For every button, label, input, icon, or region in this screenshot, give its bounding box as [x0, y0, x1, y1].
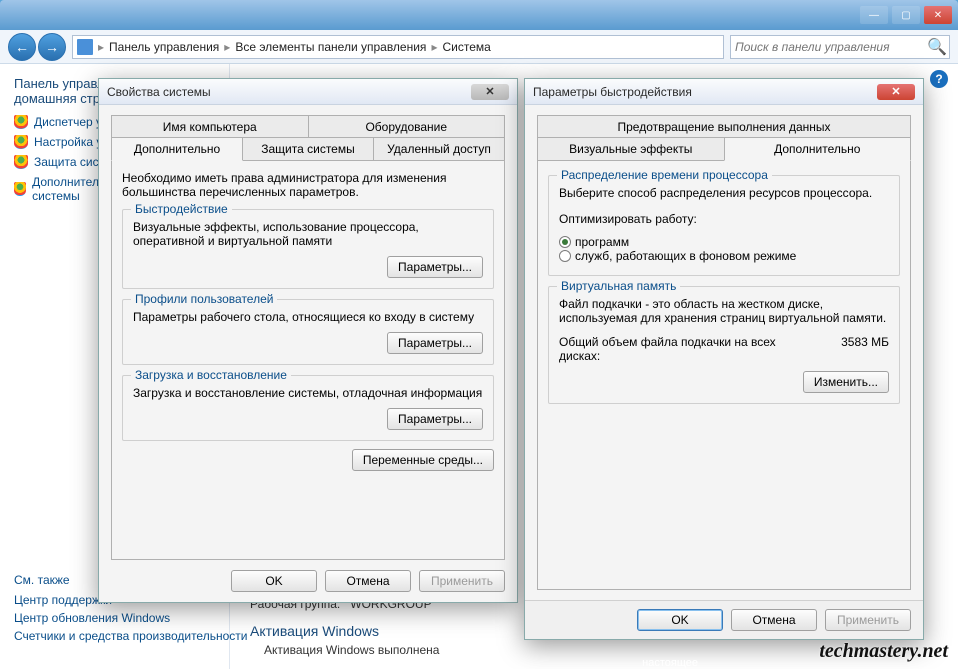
group-title: Виртуальная память — [557, 279, 680, 293]
dialog-titlebar: Свойства системы ✕ — [99, 79, 517, 105]
scheduling-group: Распределение времени процессора Выберит… — [548, 175, 900, 276]
apply-button[interactable]: Применить — [419, 570, 505, 592]
group-title: Профили пользователей — [131, 292, 277, 306]
dialog-close-button[interactable]: ✕ — [877, 84, 915, 100]
virtual-memory-group: Виртуальная память Файл подкачки - это о… — [548, 286, 900, 404]
group-title: Загрузка и восстановление — [131, 368, 291, 382]
back-button[interactable]: ← — [8, 33, 36, 61]
dialog-title: Свойства системы — [107, 85, 211, 99]
group-text: Выберите способ распределения ресурсов п… — [559, 186, 889, 200]
apply-button[interactable]: Применить — [825, 609, 911, 631]
profiles-group: Профили пользователей Параметры рабочего… — [122, 299, 494, 365]
minimize-button[interactable]: — — [860, 6, 888, 24]
tab-content: Необходимо иметь права администратора дл… — [111, 160, 505, 560]
search-input[interactable] — [735, 40, 929, 54]
watermark: techmastery.net — [819, 640, 948, 663]
tab-advanced[interactable]: Дополнительно — [111, 137, 243, 161]
taskbar-clock-fragment: настоящее — [642, 657, 698, 669]
dialog-footer: OK Отмена Применить — [525, 600, 923, 639]
radio-background[interactable]: служб, работающих в фоновом режиме — [559, 249, 796, 263]
tab-dep[interactable]: Предотвращение выполнения данных — [537, 115, 911, 138]
radio-label: программ — [575, 235, 629, 249]
dialog-body: Предотвращение выполнения данных Визуаль… — [525, 105, 923, 600]
radio-programs[interactable]: программ — [559, 235, 629, 249]
group-text: Загрузка и восстановление системы, отлад… — [133, 386, 483, 400]
main-bottom: Рабочая группа: WORKGROUP Активация Wind… — [250, 595, 439, 659]
sidebar-bottom-link-1[interactable]: Центр обновления Windows — [14, 609, 247, 627]
group-text: Параметры рабочего стола, относящиеся ко… — [133, 310, 483, 324]
activation-heading: Активация Windows — [250, 621, 439, 641]
tab-remote[interactable]: Удаленный доступ — [373, 137, 505, 161]
close-button[interactable]: ✕ — [924, 6, 952, 24]
tab-content: Распределение времени процессора Выберит… — [537, 160, 911, 590]
shield-icon — [14, 182, 26, 196]
maximize-button[interactable]: ▢ — [892, 6, 920, 24]
dialog-title: Параметры быстродействия — [533, 85, 692, 99]
performance-group: Быстродействие Визуальные эффекты, испол… — [122, 209, 494, 289]
vm-total-label: Общий объем файла подкачки на всех диска… — [559, 335, 789, 363]
radio-label: служб, работающих в фоновом режиме — [575, 249, 796, 263]
group-title: Распределение времени процессора — [557, 168, 772, 182]
optimize-label: Оптимизировать работу: — [559, 212, 889, 226]
startup-group: Загрузка и восстановление Загрузка и вос… — [122, 375, 494, 441]
dialog-titlebar: Параметры быстродействия ✕ — [525, 79, 923, 105]
vm-change-button[interactable]: Изменить... — [803, 371, 889, 393]
address-bar[interactable]: ▸ Панель управления ▸ Все элементы панел… — [72, 35, 724, 59]
shield-icon — [14, 115, 28, 129]
group-text: Визуальные эффекты, использование процес… — [133, 220, 483, 248]
crumb-2[interactable]: Система — [438, 40, 494, 54]
dialog-close-button[interactable]: ✕ — [471, 84, 509, 100]
crumb-sep: ▸ — [430, 40, 438, 54]
vm-total-value: 3583 МБ — [841, 335, 889, 363]
shield-icon — [14, 135, 28, 149]
radio-dot-icon — [559, 236, 571, 248]
group-text: Файл подкачки - это область на жестком д… — [559, 297, 889, 325]
performance-options-dialog: Параметры быстродействия ✕ Предотвращени… — [524, 78, 924, 640]
sidebar-bottom-link-2[interactable]: Счетчики и средства производительности — [14, 627, 247, 645]
performance-settings-button[interactable]: Параметры... — [387, 256, 483, 278]
help-icon[interactable]: ? — [930, 70, 948, 88]
search-icon[interactable]: 🔍 — [929, 39, 945, 55]
ok-button[interactable]: OK — [637, 609, 723, 631]
dialog-body: Имя компьютера Оборудование Дополнительн… — [99, 105, 517, 602]
group-title: Быстродействие — [131, 202, 232, 216]
tab-hardware[interactable]: Оборудование — [308, 115, 506, 138]
radio-dot-icon — [559, 250, 571, 262]
tab-protection[interactable]: Защита системы — [242, 137, 374, 161]
titlebar: — ▢ ✕ — [0, 0, 958, 30]
crumb-sep: ▸ — [223, 40, 231, 54]
shield-icon — [14, 155, 28, 169]
intro-text: Необходимо иметь права администратора дл… — [122, 171, 494, 199]
env-variables-button[interactable]: Переменные среды... — [352, 449, 494, 471]
nav-row: ← → ▸ Панель управления ▸ Все элементы п… — [0, 30, 958, 64]
control-panel-icon — [77, 39, 93, 55]
startup-settings-button[interactable]: Параметры... — [387, 408, 483, 430]
crumb-sep: ▸ — [97, 40, 105, 54]
tab-visual-effects[interactable]: Визуальные эффекты — [537, 137, 725, 161]
forward-button[interactable]: → — [38, 33, 66, 61]
crumb-1[interactable]: Все элементы панели управления — [231, 40, 430, 54]
system-properties-dialog: Свойства системы ✕ Имя компьютера Оборуд… — [98, 78, 518, 603]
cancel-button[interactable]: Отмена — [731, 609, 817, 631]
ok-button[interactable]: OK — [231, 570, 317, 592]
profiles-settings-button[interactable]: Параметры... — [387, 332, 483, 354]
tab-advanced[interactable]: Дополнительно — [724, 137, 912, 161]
cancel-button[interactable]: Отмена — [325, 570, 411, 592]
search-box[interactable]: 🔍 — [730, 35, 950, 59]
crumb-0[interactable]: Панель управления — [105, 40, 223, 54]
activation-status: Активация Windows выполнена — [264, 641, 439, 659]
tab-computer-name[interactable]: Имя компьютера — [111, 115, 309, 138]
